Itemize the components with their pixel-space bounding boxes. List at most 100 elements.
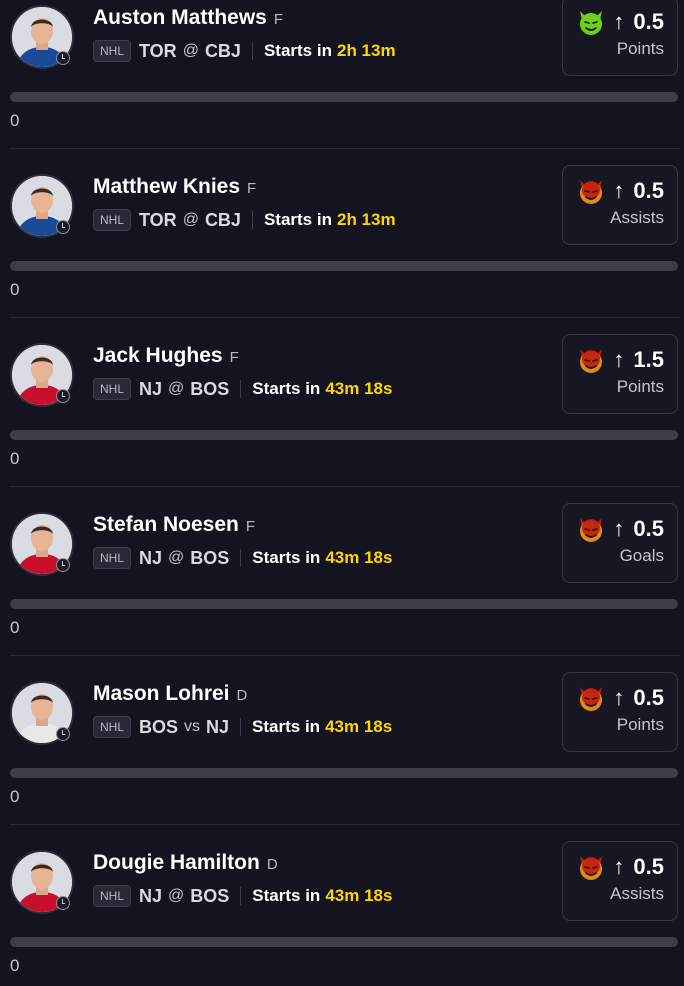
stat-type: Goals: [619, 546, 664, 565]
green-devil-icon: [576, 7, 606, 37]
progress-value: 0: [10, 280, 20, 299]
stat-type: Points: [616, 39, 664, 58]
prop-line-button[interactable]: ↑ 0.5 Assists: [562, 165, 678, 245]
opponent-abbr: BOS: [190, 547, 230, 568]
divider: [251, 42, 253, 60]
player-position: D: [236, 687, 248, 704]
red-devil-icon: [576, 176, 606, 206]
prop-card[interactable]: Dougie Hamilton D NHL NJ @ BOS Starts in …: [0, 841, 684, 986]
starts-label: Starts in: [252, 717, 321, 736]
clock-icon: [56, 727, 70, 741]
game-info: NHL NJ @ BOS Starts in 43m 18s: [93, 546, 392, 570]
line-value: 1.5: [633, 347, 664, 372]
prop-line-button[interactable]: ↑ 0.5 Points: [562, 0, 678, 76]
line-value: 0.5: [633, 178, 664, 203]
starts-label: Starts in: [263, 41, 332, 60]
divider: [240, 887, 242, 905]
starts-label: Starts in: [263, 210, 332, 229]
card-divider: [10, 655, 680, 656]
clock-icon: [56, 389, 70, 403]
progress-bar: [10, 599, 678, 609]
red-devil-icon: [576, 514, 606, 544]
card-divider: [10, 824, 680, 825]
opponent-abbr: BOS: [190, 378, 230, 399]
matchup-connector: @: [168, 887, 185, 904]
matchup-connector: @: [182, 211, 199, 228]
team-abbr: NJ: [139, 885, 163, 906]
clock-icon: [56, 896, 70, 910]
red-devil-icon: [576, 345, 606, 375]
team-abbr: NJ: [139, 547, 163, 568]
starts-label: Starts in: [252, 379, 321, 398]
arrow-up-icon: ↑: [613, 9, 625, 34]
game-info: NHL NJ @ BOS Starts in 43m 18s: [93, 377, 392, 401]
prop-card[interactable]: Mason Lohrei D NHL BOS vs NJ Starts in 43…: [0, 672, 684, 845]
player-name: Stefan Noesen F: [93, 513, 256, 536]
stat-type: Assists: [610, 208, 664, 227]
player-name: Matthew Knies F: [93, 175, 257, 198]
player-position: F: [273, 11, 284, 28]
red-devil-icon: [576, 683, 606, 713]
card-divider: [10, 317, 680, 318]
player-position: F: [229, 349, 239, 366]
player-name: Jack Hughes F: [93, 344, 239, 367]
arrow-up-icon: ↑: [613, 854, 625, 879]
line-value: 0.5: [633, 854, 664, 879]
line-value: 0.5: [633, 9, 664, 34]
divider: [240, 380, 242, 398]
game-info: NHL TOR @ CBJ Starts in 2h 13m: [93, 39, 396, 63]
prop-line-button[interactable]: ↑ 0.5 Assists: [562, 841, 678, 921]
prop-line-button[interactable]: ↑ 1.5 Points: [562, 334, 678, 414]
progress-bar: [10, 261, 678, 271]
prop-line-button[interactable]: ↑ 0.5 Points: [562, 672, 678, 752]
game-info: NHL TOR @ CBJ Starts in 2h 13m: [93, 208, 396, 232]
league-badge: NHL: [93, 378, 132, 400]
player-name: Auston Matthews F: [93, 6, 284, 29]
matchup-connector: @: [182, 42, 199, 59]
opponent-abbr: CBJ: [204, 209, 241, 230]
clock-icon: [56, 51, 70, 65]
league-badge: NHL: [93, 547, 132, 569]
progress-value: 0: [10, 449, 20, 468]
league-badge: NHL: [93, 885, 132, 907]
game-info: NHL BOS vs NJ Starts in 43m 18s: [93, 715, 392, 739]
player-props-list: Auston Matthews F NHL TOR @ CBJ Starts in…: [0, 0, 684, 986]
progress-value: 0: [10, 618, 20, 637]
team-abbr: NJ: [139, 378, 163, 399]
countdown-timer: 43m 18s: [325, 886, 393, 905]
player-name: Dougie Hamilton D: [93, 851, 278, 874]
arrow-up-icon: ↑: [613, 516, 625, 541]
divider: [240, 549, 242, 567]
countdown-timer: 43m 18s: [325, 717, 393, 736]
stat-type: Assists: [610, 884, 664, 903]
opponent-abbr: BOS: [190, 885, 230, 906]
league-badge: NHL: [93, 209, 132, 231]
league-badge: NHL: [93, 40, 132, 62]
opponent-abbr: NJ: [206, 716, 230, 737]
prop-card[interactable]: Matthew Knies F NHL TOR @ CBJ Starts in 2…: [0, 165, 684, 338]
progress-value: 0: [10, 787, 20, 806]
matchup-connector: @: [168, 549, 185, 566]
card-divider: [10, 486, 680, 487]
prop-card[interactable]: Auston Matthews F NHL TOR @ CBJ Starts in…: [0, 0, 684, 169]
team-abbr: TOR: [139, 209, 177, 230]
team-abbr: BOS: [139, 716, 179, 737]
progress-bar: [10, 430, 678, 440]
stat-type: Points: [616, 715, 664, 734]
player-position: F: [245, 518, 256, 535]
team-abbr: TOR: [139, 40, 177, 61]
player-name: Mason Lohrei D: [93, 682, 248, 705]
league-badge: NHL: [93, 716, 132, 738]
clock-icon: [56, 558, 70, 572]
matchup-connector: vs: [184, 718, 201, 735]
prop-line-button[interactable]: ↑ 0.5 Goals: [562, 503, 678, 583]
divider: [240, 718, 242, 736]
progress-bar: [10, 92, 678, 102]
prop-card[interactable]: Jack Hughes F NHL NJ @ BOS Starts in 43m …: [0, 334, 684, 507]
countdown-timer: 43m 18s: [325, 548, 393, 567]
line-value: 0.5: [633, 685, 664, 710]
arrow-up-icon: ↑: [613, 178, 625, 203]
prop-card[interactable]: Stefan Noesen F NHL NJ @ BOS Starts in 43…: [0, 503, 684, 676]
matchup-connector: @: [168, 380, 185, 397]
progress-value: 0: [10, 956, 20, 975]
